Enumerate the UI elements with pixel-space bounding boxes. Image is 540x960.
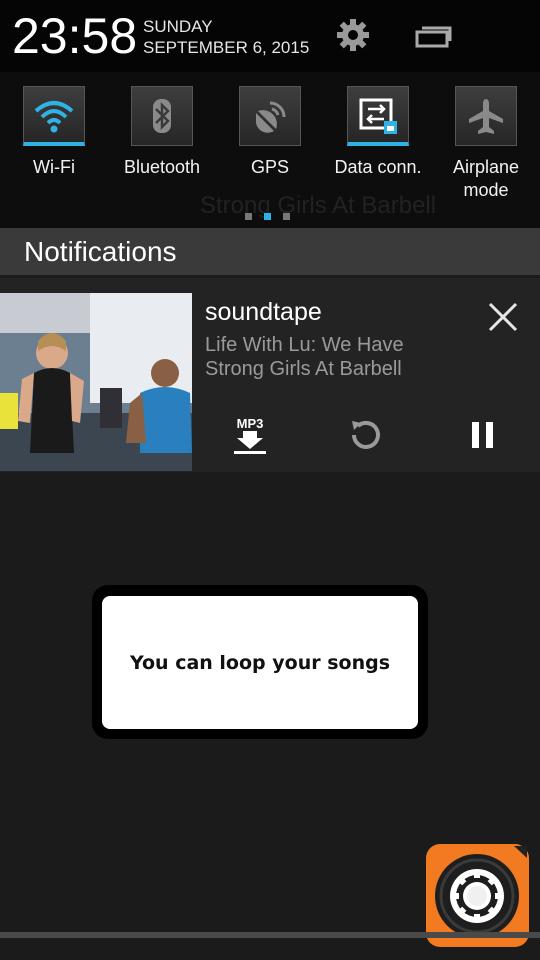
gps-icon xyxy=(256,101,286,133)
status-header: 23:58 SUNDAY SEPTEMBER 6, 2015 xyxy=(0,0,540,72)
page-indicator xyxy=(245,207,302,225)
qs-tile-gps[interactable]: GPS xyxy=(216,86,324,179)
tooltip-frame: You can loop your songs xyxy=(92,585,428,739)
background-ghost-text: Strong Girls At Barbell xyxy=(200,192,437,219)
quick-settings-panel: Strong Girls At Barbell Wi-Fi Bluetooth xyxy=(0,72,540,228)
download-mp3-button[interactable]: MP3 xyxy=(229,416,271,456)
clock: 23:58 xyxy=(12,8,138,64)
qs-tile-airplane[interactable]: Airplane mode xyxy=(432,86,540,202)
qs-label-bluetooth: Bluetooth xyxy=(123,157,201,177)
album-art xyxy=(0,293,192,471)
app-name: soundtape xyxy=(205,298,322,326)
page-dot-active xyxy=(264,213,271,220)
repeat-icon[interactable] xyxy=(349,418,383,452)
notifications-title: Notifications xyxy=(24,236,177,267)
notifications-header: Notifications xyxy=(0,228,540,275)
track-title: Life With Lu: We Have Strong Girls At Ba… xyxy=(205,334,404,380)
pause-icon[interactable] xyxy=(470,418,496,452)
bluetooth-icon xyxy=(153,99,171,133)
qs-tile-wifi[interactable]: Wi-Fi xyxy=(0,86,108,179)
gear-icon[interactable] xyxy=(334,16,372,54)
tooltip[interactable]: You can loop your songs xyxy=(102,596,418,729)
recent-apps-icon[interactable] xyxy=(414,24,452,50)
data-connection-icon xyxy=(359,98,397,134)
qs-label-gps: GPS xyxy=(250,157,289,177)
qs-tile-bluetooth[interactable]: Bluetooth xyxy=(108,86,216,179)
page-dot xyxy=(245,213,252,220)
download-icon: MP3 xyxy=(234,416,266,454)
mp3-label: MP3 xyxy=(237,416,264,431)
music-notification[interactable]: soundtape Life With Lu: We Have Strong G… xyxy=(0,278,540,472)
qs-label-data-connection: Data conn. xyxy=(334,157,422,177)
qs-label-airplane: Airplane mode xyxy=(452,157,520,200)
divider xyxy=(0,932,540,938)
day-label: SUNDAY xyxy=(143,17,213,36)
close-icon[interactable] xyxy=(486,300,520,334)
wifi-icon xyxy=(34,101,74,133)
qs-label-wifi: Wi-Fi xyxy=(33,157,75,177)
qs-tile-data-connection[interactable]: Data conn. xyxy=(324,86,432,179)
tooltip-text: You can loop your songs xyxy=(129,651,391,674)
date-label: SEPTEMBER 6, 2015 xyxy=(143,38,310,57)
page-dot xyxy=(283,213,290,220)
airplane-icon xyxy=(469,99,503,134)
